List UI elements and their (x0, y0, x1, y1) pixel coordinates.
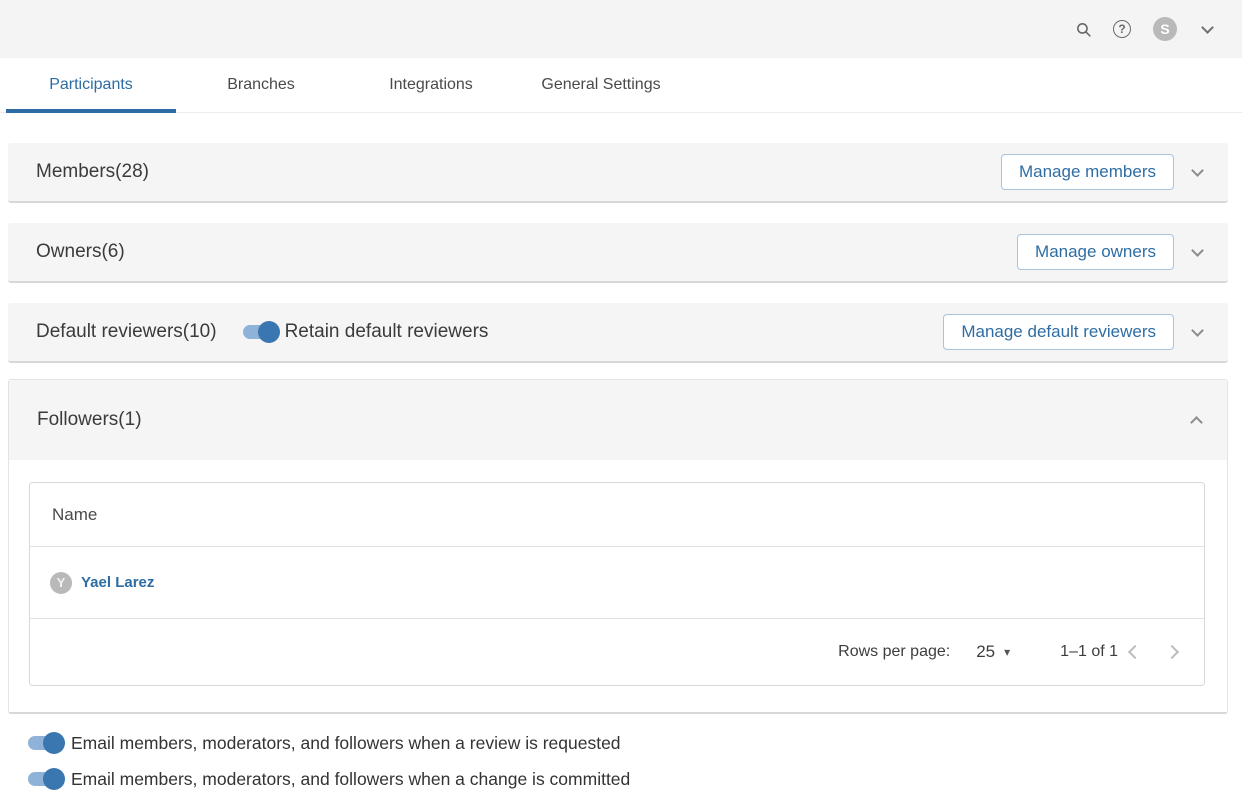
tab-participants[interactable]: Participants (6, 58, 176, 112)
email-on-change-committed-toggle[interactable] (28, 768, 64, 790)
user-avatar[interactable]: S (1153, 17, 1177, 41)
manage-default-reviewers-button[interactable]: Manage default reviewers (943, 314, 1174, 350)
previous-page-button[interactable] (1118, 647, 1148, 657)
tab-branches[interactable]: Branches (176, 58, 346, 112)
topbar: ? S (0, 0, 1242, 58)
email-on-review-requested-row: Email members, moderators, and followers… (28, 732, 1228, 754)
tab-integrations[interactable]: Integrations (346, 58, 516, 112)
rows-per-page-select[interactable]: 25 ▾ (976, 642, 1010, 662)
followers-section-header: Followers(1) (9, 380, 1227, 460)
followers-section-title: Followers(1) (37, 409, 142, 431)
tab-general-settings[interactable]: General Settings (516, 58, 686, 112)
default-reviewers-section-title: Default reviewers(10) (36, 321, 217, 343)
help-icon[interactable]: ? (1113, 20, 1131, 38)
email-on-change-committed-label: Email members, moderators, and followers… (71, 769, 630, 790)
manage-owners-button[interactable]: Manage owners (1017, 234, 1174, 270)
search-icon[interactable] (1075, 21, 1092, 38)
rows-per-page-label: Rows per page: (838, 643, 950, 661)
followers-table-header: Name (30, 483, 1204, 547)
owners-section-title: Owners(6) (36, 241, 125, 263)
retain-default-reviewers-toggle[interactable] (243, 321, 279, 343)
dropdown-arrow-icon: ▾ (1004, 645, 1010, 659)
email-on-review-requested-toggle[interactable] (28, 732, 64, 754)
default-reviewers-section: Default reviewers(10) Retain default rev… (8, 303, 1228, 363)
default-reviewers-chevron-down-icon[interactable] (1180, 330, 1214, 335)
follower-avatar: Y (50, 572, 72, 594)
table-pagination: Rows per page: 25 ▾ 1–1 of 1 (30, 619, 1204, 685)
owners-chevron-down-icon[interactable] (1180, 250, 1214, 255)
table-row: Y Yael Larez (30, 547, 1204, 619)
manage-members-button[interactable]: Manage members (1001, 154, 1174, 190)
members-section: Members(28) Manage members (8, 143, 1228, 203)
chevron-left-icon (1127, 645, 1141, 659)
followers-section-body: Name Y Yael Larez Rows per page: 25 ▾ 1–… (9, 460, 1227, 712)
members-section-title: Members(28) (36, 161, 149, 183)
account-menu-chevron-down-icon[interactable] (1203, 27, 1212, 32)
followers-table: Name Y Yael Larez Rows per page: 25 ▾ 1–… (29, 482, 1205, 686)
owners-section: Owners(6) Manage owners (8, 223, 1228, 283)
chevron-right-icon (1164, 645, 1178, 659)
tab-bar: Participants Branches Integrations Gener… (0, 58, 1242, 113)
email-on-review-requested-label: Email members, moderators, and followers… (71, 733, 621, 754)
rows-per-page-value: 25 (976, 642, 995, 662)
pagination-range-label: 1–1 of 1 (1060, 643, 1118, 661)
follower-name-link[interactable]: Yael Larez (81, 574, 154, 591)
followers-section: Followers(1) Name Y Yael Larez Rows per … (8, 379, 1228, 714)
participants-content: Members(28) Manage members Owners(6) Man… (0, 113, 1242, 790)
followers-chevron-up-icon[interactable] (1179, 414, 1213, 427)
retain-default-reviewers-label: Retain default reviewers (285, 321, 489, 343)
column-header-name: Name (52, 505, 97, 525)
members-chevron-down-icon[interactable] (1180, 170, 1214, 175)
email-notification-settings: Email members, moderators, and followers… (8, 732, 1228, 790)
email-on-change-committed-row: Email members, moderators, and followers… (28, 768, 1228, 790)
next-page-button[interactable] (1148, 647, 1178, 657)
